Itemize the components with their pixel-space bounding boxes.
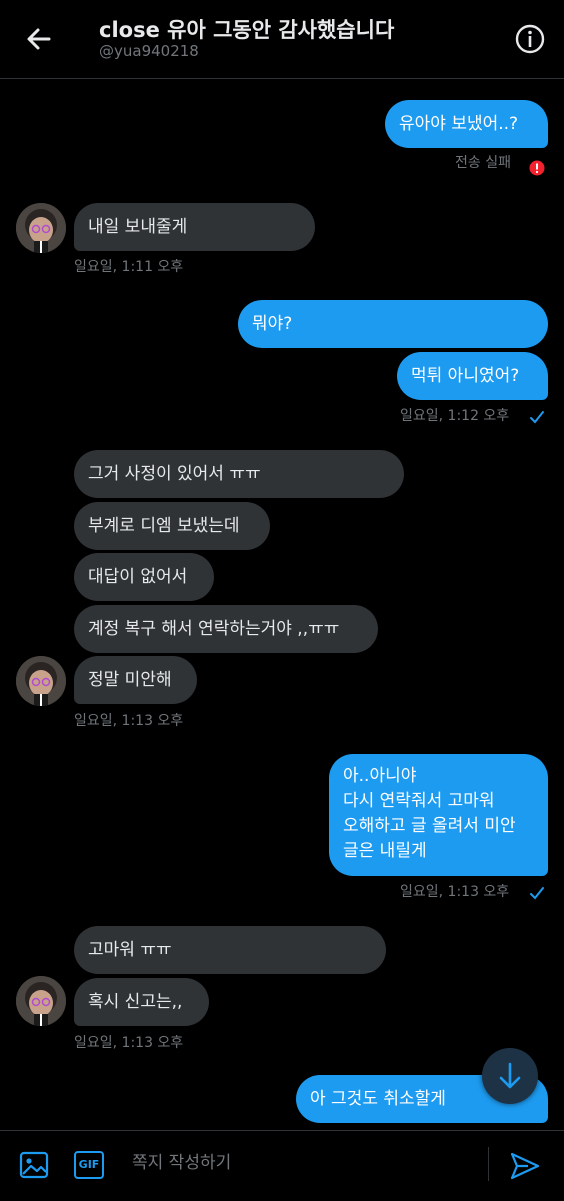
message-timestamp: 일요일, 1:11 오후 <box>74 259 184 275</box>
avatar-image <box>16 656 66 706</box>
message-timestamp: 일요일, 1:13 오후 <box>74 1035 184 1051</box>
read-check-icon <box>530 411 544 424</box>
incoming-message[interactable]: 정말 미안해 <box>74 656 197 704</box>
avatar[interactable] <box>16 656 66 706</box>
message-timestamp: 일요일, 1:13 오후 <box>400 884 510 900</box>
conversation-handle: @yua940218 <box>99 42 199 60</box>
incoming-message[interactable]: 내일 보내줄게 <box>74 203 315 251</box>
avatar[interactable] <box>16 203 66 253</box>
message-composer: GIF <box>0 1130 564 1201</box>
incoming-message[interactable]: 고마워 ㅠㅠ <box>74 926 386 974</box>
conversation-title: close 유아 그동안 감사했습니다 <box>99 18 395 42</box>
outgoing-message[interactable]: 유아야 보냈어..? <box>385 100 548 148</box>
message-input[interactable] <box>130 1145 474 1181</box>
send-icon[interactable] <box>508 1149 542 1183</box>
back-arrow-icon[interactable] <box>22 22 56 56</box>
error-icon[interactable] <box>529 160 545 176</box>
incoming-message[interactable]: 부계로 디엠 보냈는데 <box>74 502 270 550</box>
gif-label: GIF <box>78 1158 100 1171</box>
composer-divider <box>488 1147 489 1181</box>
outgoing-message[interactable]: 아..아니야 다시 연락줘서 고마워 오해하고 글 올려서 미안 글은 내릴게 <box>329 754 548 876</box>
incoming-message[interactable]: 혹시 신고는,, <box>74 978 209 1026</box>
info-icon[interactable] <box>513 22 547 56</box>
message-timestamp: 일요일, 1:13 오후 <box>74 713 184 729</box>
avatar[interactable] <box>16 976 66 1026</box>
avatar-image <box>16 976 66 1026</box>
outgoing-message[interactable]: 뭐야? <box>238 300 548 348</box>
message-timestamp: 일요일, 1:12 오후 <box>400 408 510 424</box>
incoming-message[interactable]: 그거 사정이 있어서 ㅠㅠ <box>74 450 404 498</box>
arrow-down-icon <box>499 1062 521 1089</box>
conversation-header: close 유아 그동안 감사했습니다 @yua940218 <box>0 0 564 79</box>
incoming-message[interactable]: 계정 복구 해서 연락하는거야 ,,ㅠㅠ <box>74 605 378 653</box>
scroll-to-bottom-button[interactable] <box>482 1048 538 1104</box>
gif-button[interactable]: GIF <box>74 1151 104 1179</box>
incoming-message[interactable]: 대답이 없어서 <box>74 553 214 601</box>
image-icon[interactable] <box>18 1149 50 1181</box>
avatar-image <box>16 203 66 253</box>
message-status: 전송 실패 <box>455 155 511 171</box>
read-check-icon <box>530 887 544 900</box>
outgoing-message[interactable]: 먹튀 아니였어? <box>397 352 548 400</box>
